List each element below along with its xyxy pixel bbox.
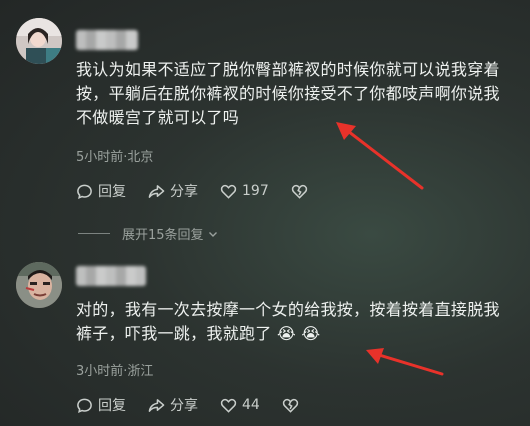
reply-button[interactable]: 回复: [76, 181, 126, 201]
like-button[interactable]: 44: [220, 397, 260, 414]
username-redacted[interactable]: [76, 266, 146, 286]
comment-text: 我认为如果不适应了脱你臀部裤衩的时候你就可以说我穿着按，平躺后在脱你裤衩的时候你…: [76, 60, 500, 127]
comment-bubble-icon: [77, 398, 92, 413]
share-label: 分享: [170, 398, 198, 414]
share-button[interactable]: 分享: [148, 395, 198, 415]
comment-text: 对的，我有一次去按摩一个女的给我按，按着按着直接脱我裤子，吓我一跳，我就跑了 😭…: [76, 300, 500, 343]
heart-icon: [220, 398, 237, 413]
broken-heart-icon: [282, 398, 299, 413]
comment-meta: 5小时前·北京: [76, 150, 154, 165]
share-button[interactable]: 分享: [148, 181, 198, 201]
comment-actions: 回复 分享 44: [76, 395, 326, 415]
chevron-down-icon: [208, 231, 217, 237]
reply-label: 回复: [98, 398, 126, 414]
annotation-arrow-2: [366, 348, 444, 376]
broken-heart-icon: [291, 184, 307, 199]
like-count: 44: [242, 397, 260, 413]
expand-replies-label: 展开15条回复: [122, 228, 204, 243]
like-button[interactable]: 197: [220, 183, 269, 200]
dislike-button[interactable]: [291, 183, 313, 200]
heart-icon: [220, 184, 237, 199]
share-label: 分享: [170, 184, 198, 200]
comment-bubble-icon: [77, 184, 92, 199]
divider-line: [78, 233, 110, 234]
like-count: 197: [242, 183, 269, 199]
comment-meta: 3小时前·浙江: [76, 364, 154, 379]
expand-replies-button[interactable]: 展开15条回复: [78, 224, 219, 243]
user-avatar[interactable]: [16, 18, 62, 64]
dislike-button[interactable]: [282, 397, 304, 414]
user-avatar[interactable]: [16, 262, 62, 308]
reply-label: 回复: [98, 184, 126, 200]
share-arrow-icon: [148, 398, 165, 412]
reply-button[interactable]: 回复: [76, 395, 126, 415]
comment-actions: 回复 分享 197: [76, 181, 335, 201]
username-redacted[interactable]: [76, 30, 138, 50]
share-arrow-icon: [148, 184, 165, 198]
